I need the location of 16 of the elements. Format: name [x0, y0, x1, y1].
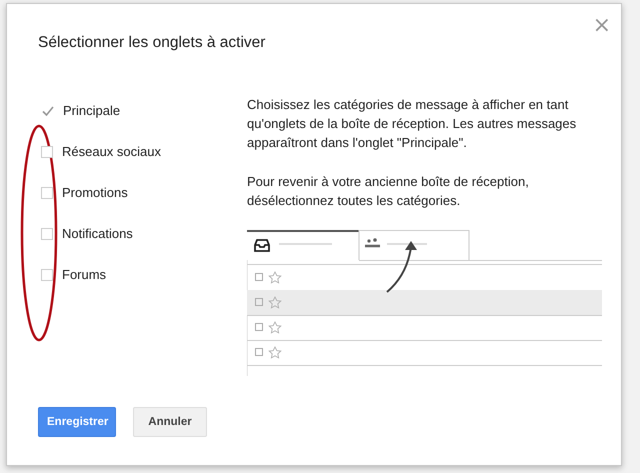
category-label: Notifications: [62, 226, 133, 241]
close-button[interactable]: ×: [588, 15, 615, 37]
dialog-title: Sélectionner les onglets à activer: [38, 34, 266, 52]
cancel-button[interactable]: Annuler: [133, 407, 207, 437]
checkbox[interactable]: [41, 268, 53, 280]
checkbox[interactable]: [41, 186, 53, 198]
checkbox[interactable]: [41, 146, 53, 158]
category-label: Promotions: [62, 185, 128, 200]
category-label: Forums: [62, 267, 106, 282]
category-label: Principale: [63, 103, 120, 118]
save-button[interactable]: Enregistrer: [38, 407, 116, 437]
checkbox[interactable]: [41, 228, 53, 240]
description-text: Choisissez les catégories de message à afficher en tant qu'onglets de la boîte de réception. Les autres messages apparaîtront dans l'onglet "Principale".: [247, 96, 578, 152]
category-label: Réseaux sociaux: [62, 144, 161, 159]
description-text: Pour revenir à votre ancienne boîte de réception, désélectionnez toutes les catégories.: [247, 173, 530, 210]
checkmark-icon[interactable]: [42, 106, 54, 116]
